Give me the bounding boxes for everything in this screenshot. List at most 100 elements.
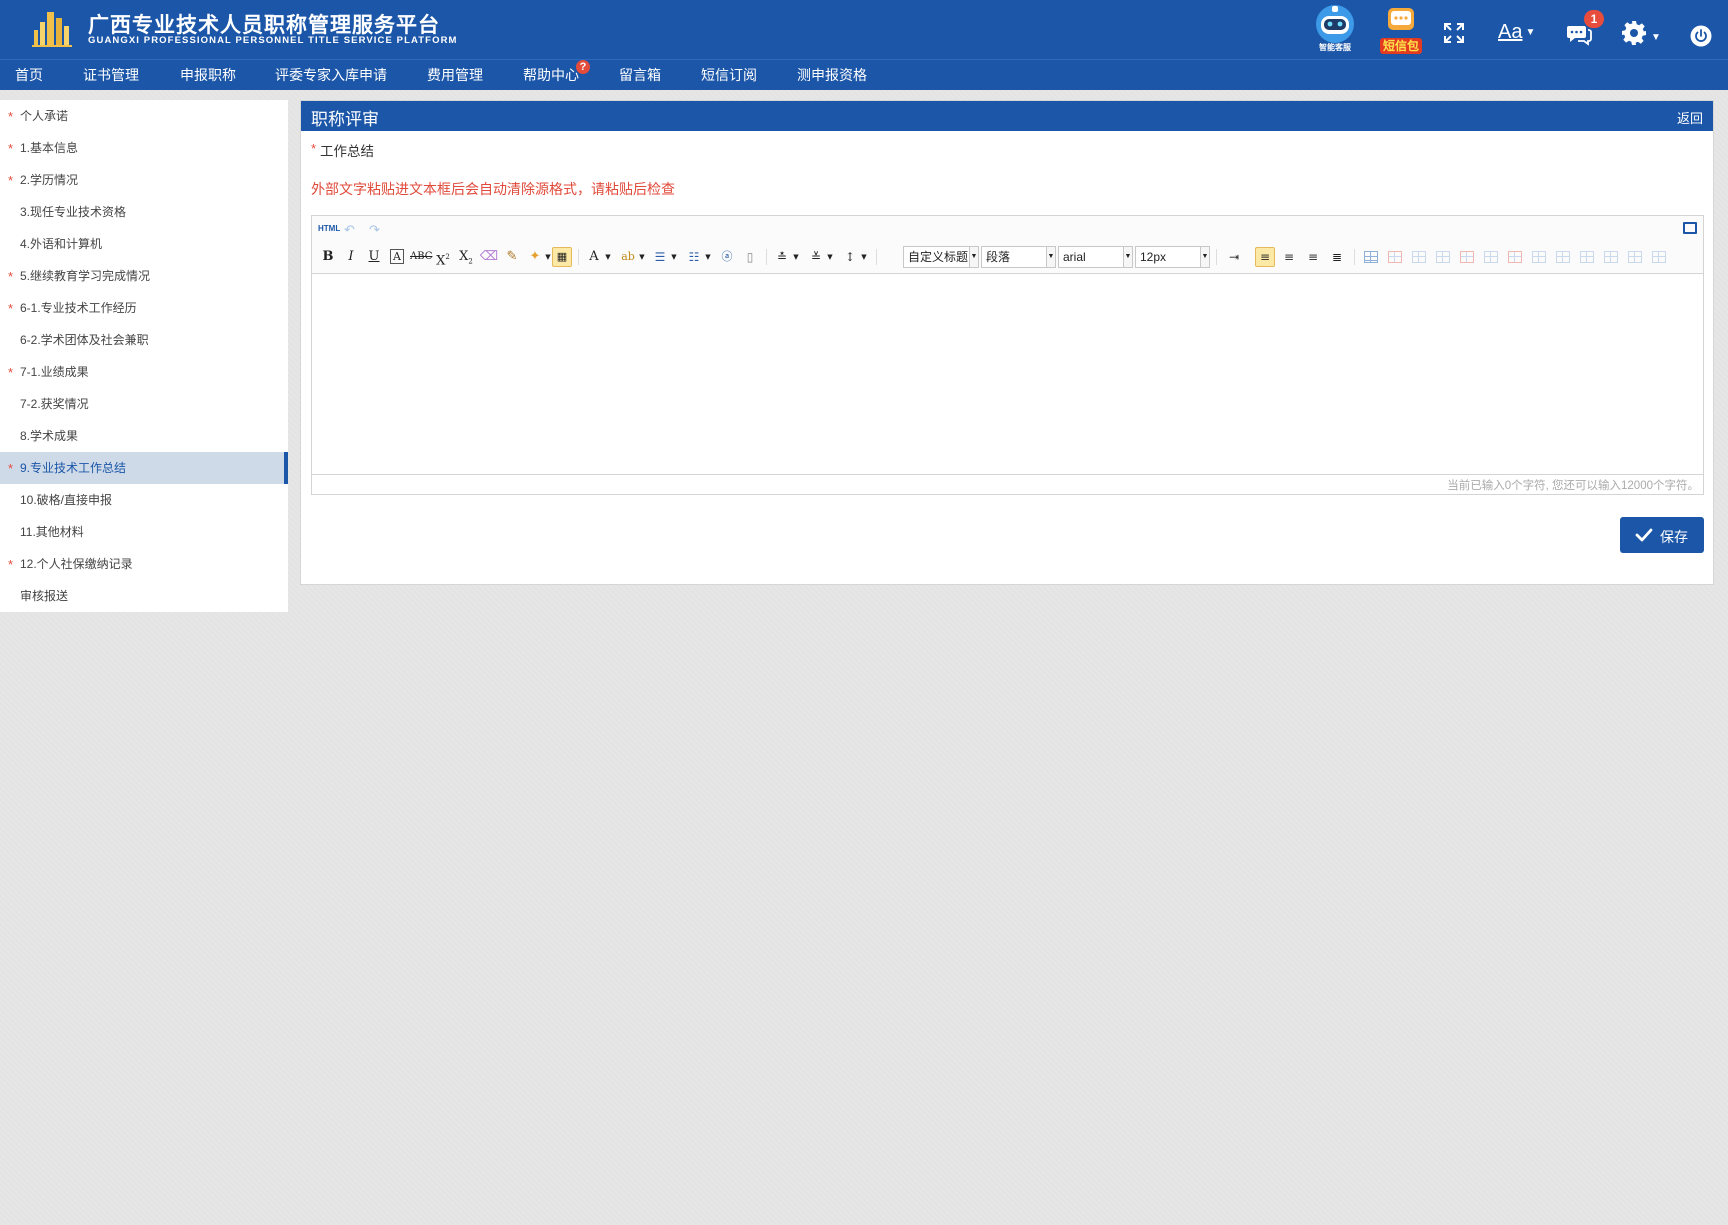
align-right-icon[interactable]: ≡ — [1303, 247, 1323, 267]
italic-icon[interactable]: I — [341, 247, 361, 267]
required-mark: * — [8, 365, 14, 380]
heading-style-select[interactable]: 自定义标题 ▼ — [903, 246, 979, 268]
chevron-down-icon[interactable]: ▼ — [632, 247, 652, 267]
nav-mailbox[interactable]: 留言箱 — [619, 60, 661, 90]
preview-icon[interactable] — [1683, 222, 1697, 234]
font-size-button[interactable]: Aa ▼ — [1498, 21, 1535, 44]
insert-table-icon[interactable] — [1364, 251, 1378, 263]
sidebar-item-current-qualification[interactable]: 3.现任专业技术资格 — [0, 196, 288, 228]
sms-package-button[interactable]: 短信包 — [1378, 4, 1424, 56]
split-columns-icon[interactable] — [1652, 251, 1666, 263]
font-size-label: Aa — [1498, 21, 1523, 43]
sidebar-item-label: 4.外语和计算机 — [20, 237, 103, 251]
redo-icon[interactable]: ↷ — [369, 222, 380, 238]
paste-warning-text: 外部文字粘贴进文本框后会自动清除源格式，请粘贴后检查 — [311, 181, 675, 197]
sidebar-item-achievements[interactable]: * 7-1.业绩成果 — [0, 356, 288, 388]
chevron-down-icon[interactable]: ▼ — [854, 247, 874, 267]
sidebar-item-label: 10.破格/直接申报 — [20, 493, 113, 507]
sidebar-item-other-materials[interactable]: 11.其他材料 — [0, 516, 288, 548]
merge-cells-icon[interactable] — [1532, 251, 1546, 263]
chevron-down-icon[interactable]: ▼ — [598, 247, 618, 267]
font-family-select[interactable]: arial ▼ — [1058, 246, 1133, 268]
power-icon[interactable] — [1690, 25, 1712, 47]
sidebar-item-continuing-education[interactable]: * 5.继续教育学习完成情况 — [0, 260, 288, 292]
delete-row-icon[interactable] — [1460, 251, 1474, 263]
sidebar-item-label: 7-1.业绩成果 — [20, 365, 89, 379]
font-size-select[interactable]: 12px ▼ — [1135, 246, 1210, 268]
split-cells-icon[interactable] — [1604, 251, 1618, 263]
character-counter: 当前已输入0个字符, 您还可以输入12000个字符。 — [1447, 480, 1699, 492]
nav-sms-subscribe[interactable]: 短信订阅 — [701, 60, 757, 90]
eraser-icon[interactable]: ⌫ — [479, 247, 499, 267]
sidebar-item-exceptional-application[interactable]: 10.破格/直接申报 — [0, 484, 288, 516]
merge-right-icon[interactable] — [1556, 251, 1570, 263]
rich-text-editor: HTML ↶ ↷ B I U A ABC X2 X2 ⌫ ✎ ✦ ▼ ▦ A ▼… — [311, 215, 1704, 495]
font-size-value: 12px — [1140, 250, 1167, 264]
sidebar-item-basic-info[interactable]: * 1.基本信息 — [0, 132, 288, 164]
superscript-icon[interactable]: X2 — [433, 247, 453, 268]
html-source-button[interactable]: HTML — [318, 224, 340, 233]
format-brush-icon[interactable]: ✎ — [502, 247, 522, 267]
insert-column-icon[interactable] — [1484, 251, 1498, 263]
align-center-icon[interactable]: ≡ — [1279, 247, 1299, 267]
sidebar-item-work-experience[interactable]: * 6-1.专业技术工作经历 — [0, 292, 288, 324]
sidebar-item-academic-results[interactable]: 8.学术成果 — [0, 420, 288, 452]
font-border-icon[interactable]: A — [387, 247, 407, 267]
chevron-down-icon[interactable]: ▼ — [820, 247, 840, 267]
align-left-icon[interactable]: ≡ — [1255, 247, 1275, 267]
subscript-icon[interactable]: X2 — [456, 247, 476, 267]
insert-row-icon[interactable] — [1436, 251, 1450, 263]
editor-footer: 当前已输入0个字符, 您还可以输入12000个字符。 — [312, 474, 1703, 494]
gear-icon[interactable] — [1621, 20, 1647, 46]
smart-service-button[interactable]: 智能客服 — [1310, 2, 1360, 54]
editor-content-area[interactable] — [312, 274, 1703, 474]
sidebar-item-social-security[interactable]: * 12.个人社保缴纳记录 — [0, 548, 288, 580]
sidebar-item-academic-groups[interactable]: 6-2.学术团体及社会兼职 — [0, 324, 288, 356]
insert-anchor-icon[interactable]: ⓐ — [717, 247, 737, 267]
font-family-value: arial — [1063, 250, 1086, 264]
nav-eligibility-test[interactable]: 测申报资格 — [797, 60, 867, 90]
sidebar-item-commitment[interactable]: * 个人承诺 — [0, 100, 288, 132]
undo-icon[interactable]: ↶ — [344, 222, 355, 238]
sidebar-item-awards[interactable]: 7-2.获奖情况 — [0, 388, 288, 420]
sidebar-item-language-computer[interactable]: 4.外语和计算机 — [0, 228, 288, 260]
bold-icon[interactable]: B — [318, 247, 338, 267]
required-mark: * — [8, 301, 14, 316]
save-button[interactable]: 保存 — [1620, 517, 1704, 553]
required-mark: * — [311, 141, 317, 156]
toolbar-divider — [1216, 249, 1217, 265]
justify-icon[interactable]: ≣ — [1327, 247, 1347, 267]
page-break-icon[interactable]: ▯ — [740, 247, 760, 267]
indent-icon[interactable]: ⇥ — [1224, 247, 1244, 267]
split-rows-icon[interactable] — [1628, 251, 1642, 263]
paste-plain-icon[interactable]: ▦ — [552, 247, 572, 267]
title-review-panel: 职称评审 返回 * 工作总结 外部文字粘贴进文本框后会自动清除源格式，请粘贴后检… — [300, 100, 1714, 585]
paragraph-format-select[interactable]: 段落 ▼ — [981, 246, 1056, 268]
check-icon — [1635, 528, 1653, 542]
nav-expert-application[interactable]: 评委专家入库申请 — [275, 60, 387, 90]
required-mark: * — [8, 109, 14, 124]
nav-fees[interactable]: 费用管理 — [427, 60, 483, 90]
required-mark: * — [8, 269, 14, 284]
chevron-down-icon[interactable]: ▼ — [664, 247, 684, 267]
nav-home[interactable]: 首页 — [15, 60, 43, 90]
nav-certificates[interactable]: 证书管理 — [83, 60, 139, 90]
fullscreen-icon[interactable] — [1443, 22, 1465, 44]
sidebar-item-work-summary[interactable]: * 9.专业技术工作总结 — [0, 452, 288, 484]
chevron-down-icon[interactable]: ▼ — [786, 247, 806, 267]
underline-icon[interactable]: U — [364, 247, 384, 267]
chevron-down-icon[interactable]: ▼ — [698, 247, 718, 267]
sidebar-item-submit-review[interactable]: 审核报送 — [0, 580, 288, 612]
delete-column-icon[interactable] — [1508, 251, 1522, 263]
help-question-icon: ? — [576, 60, 590, 74]
nav-apply-title[interactable]: 申报职称 — [180, 60, 236, 90]
insert-caption-icon[interactable] — [1412, 251, 1426, 263]
merge-down-icon[interactable] — [1580, 251, 1594, 263]
chevron-down-icon[interactable]: ▼ — [1651, 32, 1661, 43]
strikethrough-icon[interactable]: ABC — [410, 247, 432, 267]
sidebar-item-education[interactable]: * 2.学历情况 — [0, 164, 288, 196]
delete-table-icon[interactable] — [1388, 251, 1402, 263]
nav-help-center[interactable]: 帮助中心 — [523, 60, 579, 90]
sidebar-item-label: 7-2.获奖情况 — [20, 397, 89, 411]
back-link[interactable]: 返回 — [1677, 108, 1703, 127]
